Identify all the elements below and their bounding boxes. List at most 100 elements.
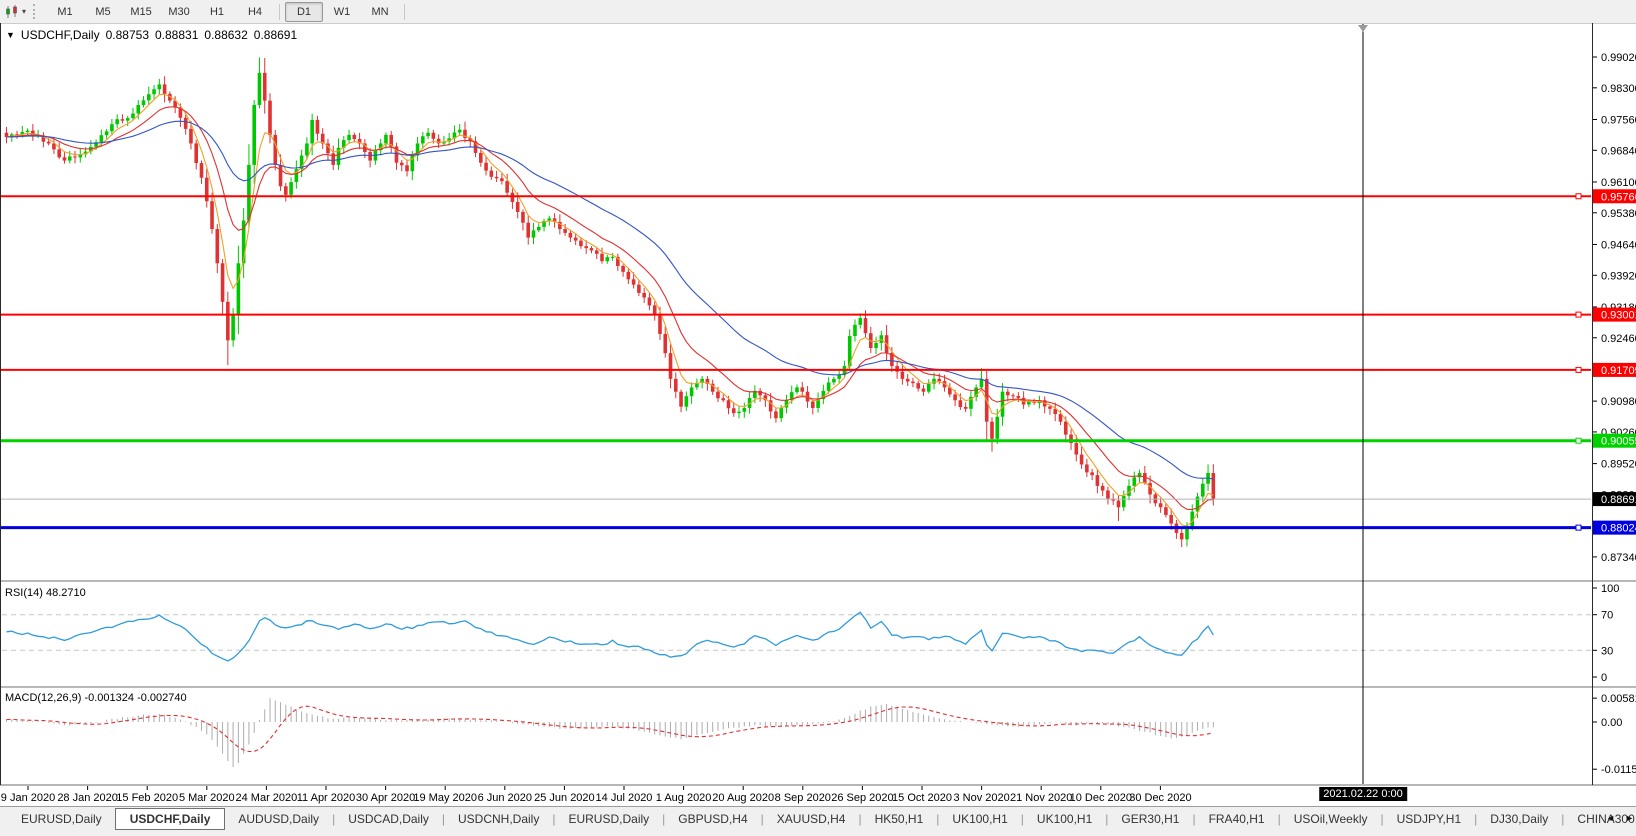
expand-quote-icon[interactable]: ▼ (6, 30, 15, 40)
timeframe-button-mn[interactable]: MN (361, 2, 399, 22)
timeframe-button-m30[interactable]: M30 (160, 2, 198, 22)
current-price-label: 0.88691 (1601, 494, 1636, 506)
candlestick-chart-icon (4, 5, 20, 19)
timeframe-button-h4[interactable]: H4 (236, 2, 274, 22)
toolbar-grip[interactable] (33, 4, 39, 19)
timeframe-button-m5[interactable]: M5 (84, 2, 122, 22)
date-label: 30 Apr 2020 (356, 792, 415, 804)
line-handle (1576, 312, 1581, 317)
hline-price-label: 0.91709 (1601, 365, 1636, 377)
macd-tick-label: -0.011514 (1601, 764, 1636, 776)
chart-title: ▼ USDCHF,Daily 0.88753 0.88831 0.88632 0… (6, 28, 297, 42)
tab-eurusd-daily[interactable]: EURUSD,Daily (8, 809, 115, 829)
date-label: 28 Jan 2020 (57, 792, 118, 804)
tab-uk100-h1[interactable]: UK100,H1 (1024, 809, 1105, 829)
macd-indicator-label: MACD(12,26,9) -0.001324 -0.002740 (5, 692, 187, 704)
tab-xauusd-h4[interactable]: XAUUSD,H4 (764, 809, 859, 829)
chart-tabs: EURUSD,DailyUSDCHF,DailyAUDUSD,Daily|USD… (0, 809, 1636, 830)
line-handle (1576, 367, 1581, 372)
macd-tick-label: 0.00 (1601, 717, 1622, 729)
ohlc-low: 0.88632 (204, 28, 247, 42)
date-label: 19 May 2020 (413, 792, 477, 804)
price-tick-label: 0.89520 (1601, 459, 1636, 471)
date-label: 30 Dec 2020 (1129, 792, 1191, 804)
price-tick-label: 0.87340 (1601, 552, 1636, 564)
tab-usdjpy-h1[interactable]: USDJPY,H1 (1384, 809, 1474, 829)
tab-usdchf-daily[interactable]: USDCHF,Daily (115, 808, 226, 830)
hline-price-label: 0.90055 (1601, 436, 1636, 448)
date-label: 9 Jan 2020 (1, 792, 55, 804)
date-label: 5 Mar 2020 (179, 792, 235, 804)
timeframe-button-d1[interactable]: D1 (285, 2, 323, 22)
date-label: 20 Aug 2020 (712, 792, 774, 804)
chart-tabs-bar: EURUSD,DailyUSDCHF,DailyAUDUSD,Daily|USD… (0, 806, 1636, 836)
tab-gbpusd-h4[interactable]: GBPUSD,H4 (665, 809, 760, 829)
price-tick-label: 0.98300 (1601, 83, 1636, 95)
ohlc-high: 0.88831 (155, 28, 198, 42)
tab-usdcnh-daily[interactable]: USDCNH,Daily (445, 809, 552, 829)
line-handle (1576, 194, 1581, 199)
chart-type-button[interactable]: ▾ (0, 2, 30, 22)
tab-scroll-left-icon[interactable]: ◄ (1606, 813, 1615, 823)
timeframe-button-h1[interactable]: H1 (198, 2, 236, 22)
date-label: 10 Dec 2020 (1070, 792, 1132, 804)
toolbar: ▾ M1M5M15M30H1H4 D1W1MN (0, 0, 1636, 24)
price-tick-label: 0.96840 (1601, 145, 1636, 157)
price-tick-label: 0.99020 (1601, 52, 1636, 64)
price-tick-label: 0.94640 (1601, 239, 1636, 251)
date-label: 3 Nov 2020 (953, 792, 1009, 804)
trading-terminal: ▾ M1M5M15M30H1H4D1W1MN 0.990200.983000.9… (0, 0, 1636, 836)
tab-dj30-daily[interactable]: DJ30,Daily (1477, 809, 1561, 829)
date-label: 6 Jun 2020 (478, 792, 532, 804)
tab-audusd-daily[interactable]: AUDUSD,Daily (225, 809, 332, 829)
date-label: 1 Aug 2020 (656, 792, 712, 804)
toolbar-separator (404, 4, 405, 20)
tab-ger30-h1[interactable]: GER30,H1 (1108, 809, 1192, 829)
price-chart[interactable]: 0.99020 0.98300 0.97560 0.96840 0.96100 0.953… (0, 23, 1636, 806)
rsi-tick-label: 30 (1601, 645, 1613, 657)
rsi-indicator-label: RSI(14) 48.2710 (5, 587, 86, 599)
date-label: 21 Nov 2020 (1010, 792, 1072, 804)
price-tick-label: 0.97560 (1601, 114, 1636, 126)
hline-price-label: 0.93001 (1601, 310, 1636, 322)
tab-usoil-weekly[interactable]: USOil,Weekly (1281, 809, 1381, 829)
tab-usdcad-daily[interactable]: USDCAD,Daily (335, 809, 442, 829)
rsi-tick-label: 0 (1601, 672, 1607, 684)
timeframe-buttons: M1M5M15M30H1H4 D1W1MN (46, 2, 410, 22)
toolbar-separator (279, 4, 280, 20)
tab-scroll-right-icon[interactable]: ► (1625, 813, 1634, 823)
rsi-tick-label: 100 (1601, 583, 1619, 595)
tab-hk50-h1[interactable]: HK50,H1 (862, 809, 937, 829)
price-tick-label: 0.96100 (1601, 177, 1636, 189)
chevron-down-icon: ▾ (22, 8, 26, 16)
price-tick-label: 0.90980 (1601, 396, 1636, 408)
line-handle (1576, 438, 1581, 443)
date-label: 15 Feb 2020 (116, 792, 178, 804)
vline-date-label[interactable]: 2021.02.22 0:00 (1319, 787, 1407, 801)
tab-uk100-h1[interactable]: UK100,H1 (939, 809, 1020, 829)
timeframe-button-m15[interactable]: M15 (122, 2, 160, 22)
date-label: 26 Sep 2020 (831, 792, 893, 804)
ohlc-open: 0.88753 (106, 28, 149, 42)
date-label: 25 Jun 2020 (534, 792, 595, 804)
tab-fra40-h1[interactable]: FRA40,H1 (1196, 809, 1278, 829)
date-label: 14 Jul 2020 (596, 792, 653, 804)
ohlc-close: 0.88691 (254, 28, 297, 42)
hline-price-label: 0.88024 (1601, 523, 1636, 535)
chart-symbol-label: USDCHF,Daily (21, 28, 100, 42)
price-tick-label: 0.93920 (1601, 270, 1636, 282)
timeframe-button-m1[interactable]: M1 (46, 2, 84, 22)
date-label: 24 Mar 2020 (236, 792, 298, 804)
date-label: 15 Oct 2020 (892, 792, 952, 804)
rsi-tick-label: 70 (1601, 610, 1613, 622)
date-label: 8 Sep 2020 (775, 792, 831, 804)
price-tick-label: 0.95380 (1601, 208, 1636, 220)
price-tick-label: 0.92460 (1601, 333, 1636, 345)
macd-tick-label: 0.005818 (1601, 693, 1636, 705)
tab-scroll-controls: ◄ ► (1606, 813, 1634, 823)
chart-window: 0.99020 0.98300 0.97560 0.96840 0.96100 0.953… (0, 23, 1636, 806)
timeframe-button-w1[interactable]: W1 (323, 2, 361, 22)
hline-price-label: 0.95766 (1601, 191, 1636, 203)
tab-eurusd-daily[interactable]: EURUSD,Daily (555, 809, 662, 829)
line-handle (1576, 525, 1581, 530)
